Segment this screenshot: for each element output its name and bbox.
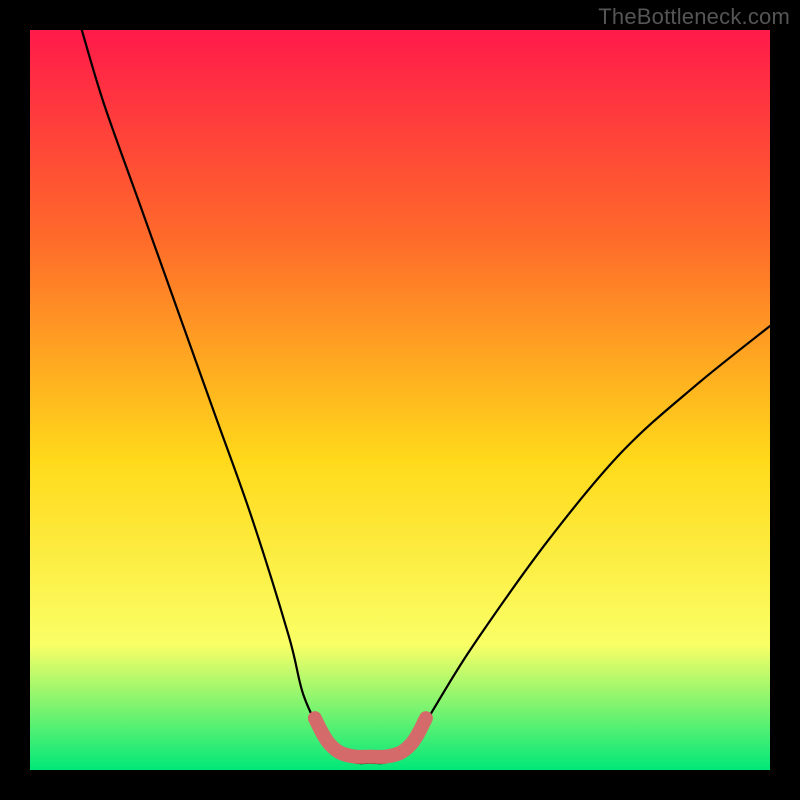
plot-area <box>30 30 770 770</box>
chart-svg <box>30 30 770 770</box>
gradient-background <box>30 30 770 770</box>
chart-frame: TheBottleneck.com <box>0 0 800 800</box>
watermark-text: TheBottleneck.com <box>598 4 790 30</box>
